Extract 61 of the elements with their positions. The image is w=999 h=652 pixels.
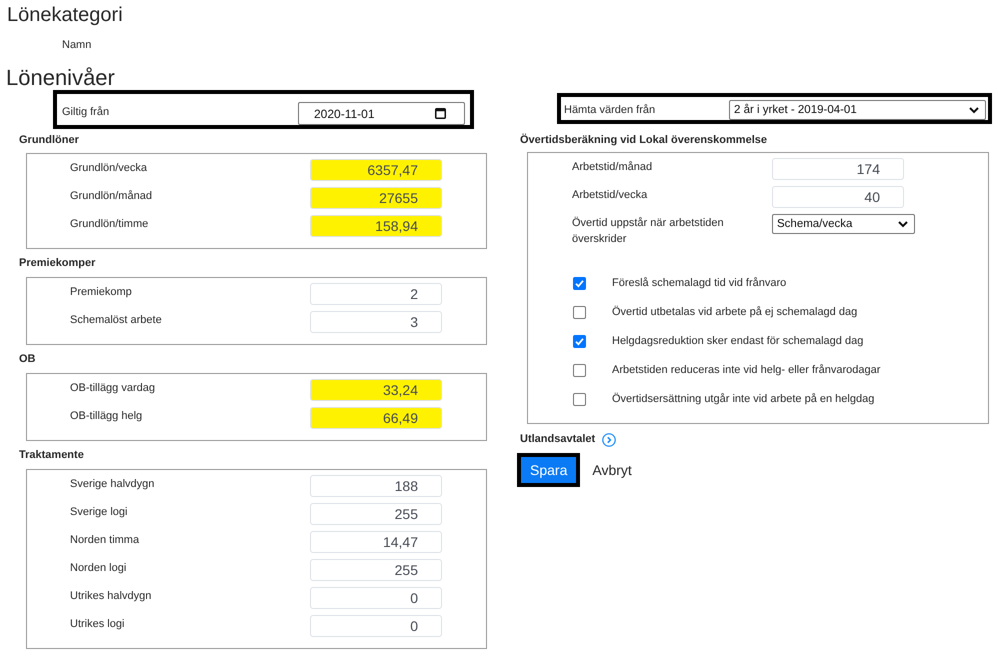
checkbox[interactable] xyxy=(573,306,586,318)
number-field[interactable]: 33,24 xyxy=(310,379,442,401)
field-label: Norden timma xyxy=(70,533,140,548)
number-field[interactable]: 0 xyxy=(310,587,442,609)
field-label: Arbetstid/vecka xyxy=(572,188,648,203)
field-label: Utrikes logi xyxy=(70,617,126,632)
cancel-button[interactable]: Avbryt xyxy=(588,460,636,480)
field-label: Premiekomp xyxy=(70,285,133,300)
number-field[interactable]: 255 xyxy=(310,559,442,581)
name-label: Namn xyxy=(62,38,92,52)
number-field[interactable]: 174 xyxy=(772,158,904,180)
section-heading: Övertidsberäkning vid Lokal överenskommelse xyxy=(520,133,767,147)
section-heading: OB xyxy=(19,352,36,366)
field-label: Hämta värden från xyxy=(564,103,656,118)
page-title: Lönekategori xyxy=(6,3,123,26)
select-field[interactable]: 2 år i yrket - 2019-04-01 xyxy=(729,100,986,120)
field-label: Sverige logi xyxy=(70,505,128,520)
field-label: OB-tillägg vardag xyxy=(70,381,156,396)
section-heading: Premiekomper xyxy=(19,256,96,270)
number-field[interactable]: 255 xyxy=(310,503,442,525)
checkbox[interactable] xyxy=(573,364,586,376)
field-label: Schemalöst arbete xyxy=(70,313,163,328)
number-field[interactable]: 3 xyxy=(310,311,442,333)
checkbox[interactable] xyxy=(573,276,586,290)
field-label: Utrikes halvdygn xyxy=(70,589,152,604)
section-heading: Utlandsavtalet xyxy=(520,432,596,446)
number-field[interactable]: 0 xyxy=(310,615,442,637)
chevron-down-icon xyxy=(969,106,979,114)
select-field[interactable]: Schema/vecka xyxy=(772,214,915,234)
field-label: Sverige halvdygn xyxy=(70,477,156,492)
number-field[interactable]: 66,49 xyxy=(310,407,442,429)
section-title: Lönenivåer xyxy=(6,67,115,89)
field-label: Grundlön/timme xyxy=(70,217,150,232)
number-field[interactable]: 188 xyxy=(310,475,442,497)
number-field[interactable]: 27655 xyxy=(310,187,442,209)
checkbox-label: Föreslå schemalagd tid vid frånvaro xyxy=(612,276,786,291)
section-heading: Grundlöner xyxy=(19,133,79,147)
number-field[interactable]: 6357,47 xyxy=(310,159,442,181)
chevron-down-icon xyxy=(898,220,908,228)
field-label: Grundlön/vecka xyxy=(70,161,148,176)
checkbox[interactable] xyxy=(573,392,586,406)
checkbox-label: Helgdagsreduktion sker endast för schemalagd dag xyxy=(612,334,864,349)
field-label: Grundlön/månad xyxy=(70,189,153,204)
date-field[interactable]: 2020-11-01 xyxy=(298,102,465,125)
number-field[interactable]: 14,47 xyxy=(310,531,442,553)
checkbox[interactable] xyxy=(573,334,586,348)
chevron-circle-icon[interactable] xyxy=(602,433,616,447)
number-field[interactable]: 2 xyxy=(310,283,442,305)
field-label: Övertid uppstår när arbetstiden överskrider xyxy=(572,216,725,247)
number-field[interactable]: 158,94 xyxy=(310,215,442,237)
checkbox-label: Arbetstiden reduceras inte vid helg- eller frånvarodagar xyxy=(612,363,880,378)
checkbox-label: Övertidsersättning utgår inte vid arbete på en helgdag xyxy=(612,392,874,407)
field-label: Norden logi xyxy=(70,561,128,576)
section-heading: Traktamente xyxy=(19,448,84,462)
field-label: OB-tillägg helg xyxy=(70,409,144,424)
calendar-icon xyxy=(435,108,446,119)
field-label: Arbetstid/månad xyxy=(572,160,654,175)
field-label: Giltig från xyxy=(62,105,110,120)
save-button[interactable]: Spara xyxy=(517,453,580,487)
number-field[interactable]: 40 xyxy=(772,186,904,208)
checkbox-label: Övertid utbetalas vid arbete på ej schemalagd dag xyxy=(612,304,858,320)
